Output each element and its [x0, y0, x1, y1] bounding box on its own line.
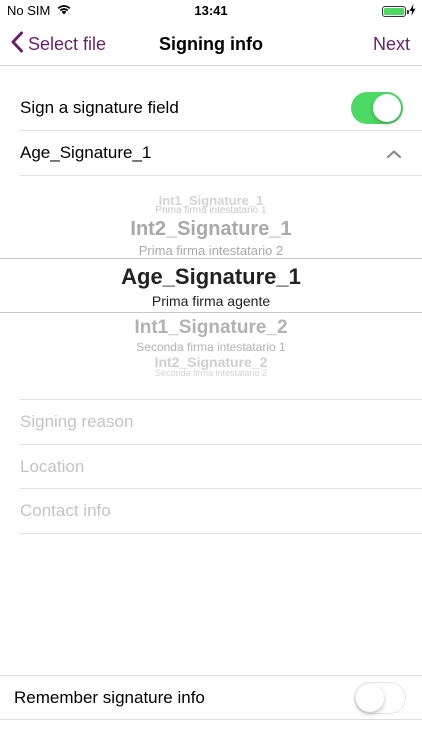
status-right [382, 4, 416, 19]
location-field[interactable]: Location [20, 445, 422, 489]
navigation-bar: Select file Signing info Next [0, 22, 422, 66]
remember-toggle[interactable] [354, 682, 406, 714]
toggle-knob [373, 94, 401, 122]
divider [20, 175, 422, 176]
picker-item-name[interactable]: Int2_Signature_1 [0, 218, 422, 241]
divider [0, 719, 422, 720]
picker-selection-line [0, 312, 422, 313]
signing-reason-placeholder: Signing reason [20, 412, 134, 431]
picker-item-desc: Seconda firma intestatario 1 [136, 340, 286, 354]
picker-selection-line [0, 258, 422, 259]
chevron-up-icon[interactable] [386, 146, 402, 164]
remember-label: Remember signature info [14, 687, 205, 707]
picker-item-name[interactable]: Int1_Signature_2 [0, 317, 422, 339]
picker-item-desc: Prima firma intestatario 1 [155, 205, 267, 216]
status-bar: No SIM 13:41 [0, 0, 422, 22]
status-time: 13:41 [194, 3, 228, 18]
battery-icon [382, 6, 409, 17]
signing-reason-field[interactable]: Signing reason [20, 400, 422, 444]
picker-item-desc: Seconda firma intestatario 2 [154, 368, 268, 378]
picker-item-desc-selected: Prima firma agente [151, 293, 271, 309]
signature-field-picker[interactable]: Int1_Signature_1 Prima firma intestatari… [0, 177, 422, 399]
battery-fill [384, 8, 404, 15]
picker-item-desc: Prima firma intestatario 2 [138, 243, 284, 258]
toggle-knob [356, 684, 384, 712]
picker-item-name-selected[interactable]: Age_Signature_1 [0, 264, 422, 290]
charging-icon [409, 4, 416, 19]
contact-info-field[interactable]: Contact info [20, 489, 422, 533]
selected-field-label: Age_Signature_1 [20, 143, 152, 162]
location-placeholder: Location [20, 457, 85, 476]
sign-field-label: Sign a signature field [20, 98, 179, 117]
selected-field-row[interactable]: Age_Signature_1 [20, 131, 422, 175]
contact-info-placeholder: Contact info [20, 501, 111, 520]
divider [20, 533, 422, 534]
next-button[interactable]: Next [373, 22, 410, 66]
page-title: Signing info [159, 34, 263, 54]
sign-field-toggle[interactable] [351, 92, 403, 124]
